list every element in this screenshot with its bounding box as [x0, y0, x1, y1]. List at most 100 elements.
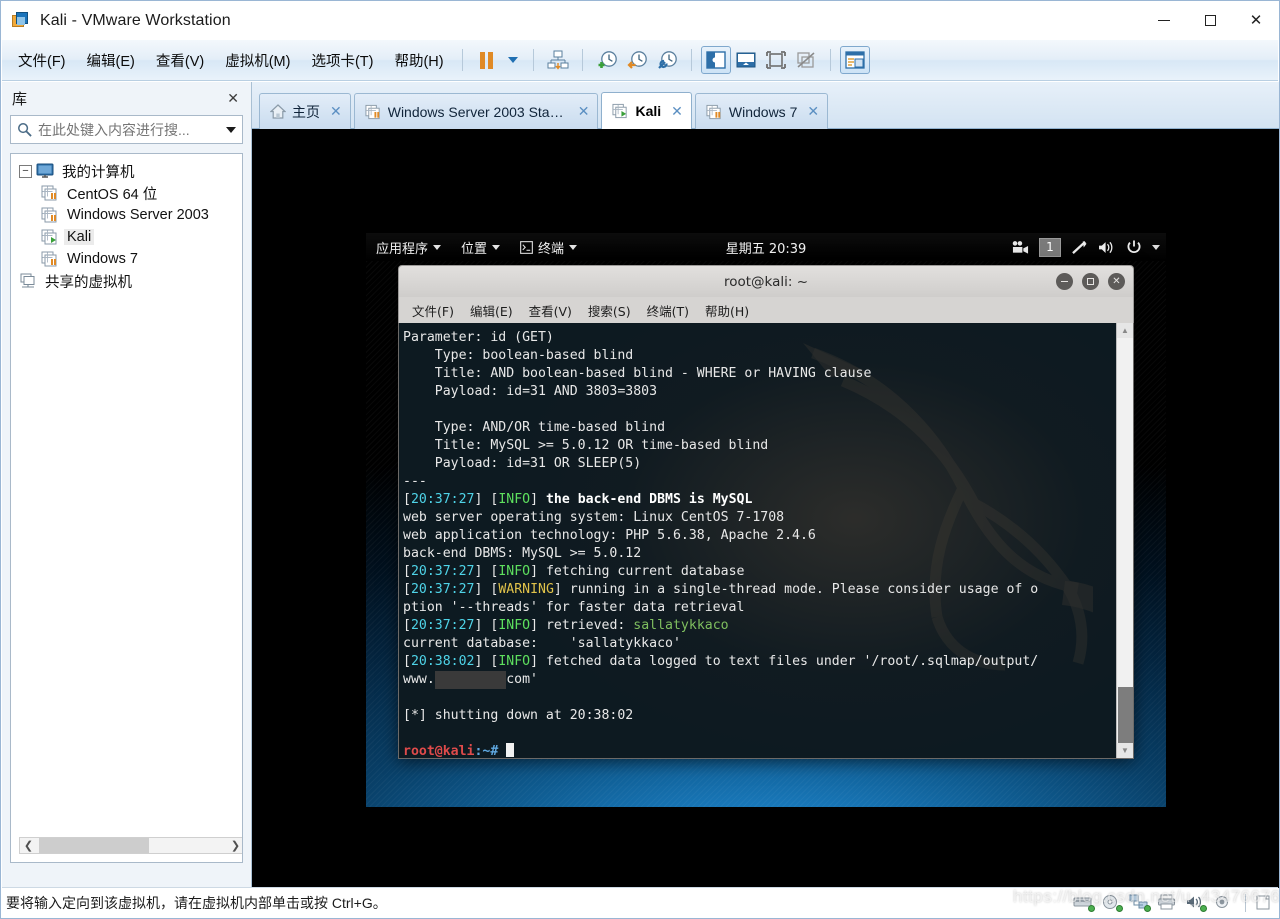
search-input[interactable] [38, 121, 220, 138]
snapshot-manager-button[interactable] [543, 46, 573, 74]
suspend-button[interactable] [472, 46, 502, 74]
terminal-title-bar[interactable]: root@kali: ~ ✕ [398, 265, 1134, 297]
sidebar-icon [705, 51, 726, 69]
scroll-up-icon[interactable]: ▲ [1116, 323, 1133, 338]
log-level-warning: WARNING [498, 582, 554, 597]
tab-kali[interactable]: Kali ✕ [601, 92, 692, 129]
console-view-button[interactable] [839, 46, 870, 74]
power-icon[interactable] [1126, 239, 1142, 255]
tree-item-windows-7[interactable]: Windows 7 [11, 248, 242, 270]
unity-mode-button[interactable] [791, 46, 821, 74]
vmware-workstation-window: Kali - VMware Workstation ✕ 文件(F) 编辑(E) … [0, 0, 1280, 919]
terminal-menu-help[interactable]: 帮助(H) [698, 299, 756, 322]
tab-windows-server-2003[interactable]: Windows Server 2003 Standard... ✕ [353, 93, 599, 129]
manage-snapshots-button[interactable] [652, 46, 682, 74]
scroll-track[interactable] [37, 838, 227, 853]
scroll-down-icon[interactable]: ▼ [1116, 743, 1133, 758]
cdrom-icon[interactable] [1101, 894, 1123, 912]
menu-edit[interactable]: 编辑(E) [78, 46, 144, 75]
tree-item-kali[interactable]: Kali [11, 226, 242, 248]
scroll-track[interactable] [1116, 338, 1133, 743]
panel-clock[interactable]: 星期五 20:39 [726, 238, 807, 257]
caret-down-icon [507, 57, 518, 63]
tree-item-label: CentOS 64 位 [67, 186, 158, 203]
screencast-icon[interactable] [1012, 240, 1029, 254]
tab-close-icon[interactable]: ✕ [330, 103, 342, 120]
menu-tabs[interactable]: 选项卡(T) [302, 46, 382, 75]
terminal-menu-file[interactable]: 文件(F) [405, 299, 461, 322]
usb-icon[interactable] [1213, 894, 1235, 912]
terminal-output[interactable]: Parameter: id (GET) Type: boolean-based … [399, 323, 1116, 758]
menu-help[interactable]: 帮助(H) [385, 46, 452, 75]
panel-menu-places[interactable]: 位置 [451, 235, 510, 259]
tab-close-icon[interactable]: ✕ [807, 103, 819, 120]
menu-file[interactable]: 文件(F) [9, 46, 75, 75]
terminal-menu-terminal[interactable]: 终端(T) [640, 299, 696, 322]
tree-item-centos[interactable]: CentOS 64 位 [11, 182, 242, 204]
terminal-menu-search[interactable]: 搜索(S) [581, 299, 638, 322]
log-level-info: INFO [498, 618, 531, 633]
tree-item-shared-vms[interactable]: 共享的虚拟机 [11, 270, 242, 292]
terminal-minimize-button[interactable] [1056, 273, 1073, 290]
workspace-indicator[interactable]: 1 [1039, 237, 1061, 257]
menu-view[interactable]: 查看(V) [147, 46, 213, 75]
fullscreen-icon [765, 51, 786, 69]
timestamp: 20:37:27 [410, 564, 475, 579]
clock-plus-icon [598, 51, 617, 68]
scroll-left-icon[interactable]: ❮ [20, 838, 37, 853]
menu-vm[interactable]: 虚拟机(M) [216, 46, 299, 75]
network-adapter-icon[interactable] [1129, 894, 1151, 912]
terminal-menu-edit[interactable]: 编辑(E) [463, 299, 520, 322]
revert-snapshot-button[interactable] [622, 46, 652, 74]
close-button[interactable]: ✕ [1233, 1, 1279, 39]
terminal-maximize-button[interactable] [1082, 273, 1099, 290]
library-search[interactable] [10, 115, 243, 144]
show-thumbnail-bar-button[interactable] [731, 46, 761, 74]
resize-grip-icon[interactable] [1256, 895, 1272, 911]
library-horizontal-scrollbar[interactable]: ❮ ❯ [19, 837, 242, 854]
terminal-line: current database: 'sallatykkaco' [403, 636, 681, 651]
caret-down-icon[interactable] [1152, 244, 1160, 250]
terminal-line-warning: [20:37:27] [WARNING] running in a single… [403, 582, 1039, 597]
show-library-button[interactable] [700, 46, 731, 74]
network-icon[interactable] [1071, 240, 1088, 255]
log-message: the back-end DBMS is MySQL [545, 492, 753, 507]
tab-windows-7[interactable]: Windows 7 ✕ [694, 93, 829, 129]
search-dropdown-icon[interactable] [226, 126, 236, 133]
tree-item-my-computer[interactable]: − 我的计算机 [11, 160, 242, 182]
tree-item-label: Windows Server 2003 [67, 207, 209, 223]
volume-icon[interactable] [1098, 240, 1116, 255]
panel-menu-terminal[interactable]: 终端 [510, 235, 587, 259]
tree-item-windows-server-2003[interactable]: Windows Server 2003 [11, 204, 242, 226]
scroll-thumb[interactable] [39, 838, 149, 853]
scroll-right-icon[interactable]: ❯ [227, 838, 242, 853]
tab-close-icon[interactable]: ✕ [671, 103, 683, 120]
harddisk-icon[interactable] [1073, 894, 1095, 912]
minimize-button[interactable] [1141, 1, 1187, 39]
applications-label: 应用程序 [376, 241, 429, 257]
terminal-window[interactable]: root@kali: ~ ✕ 文件(F) 编辑(E) 查看(V) 搜索(S) 终… [398, 265, 1134, 759]
panel-menu-applications[interactable]: 应用程序 [366, 235, 451, 259]
vm-console-area[interactable]: 应用程序 位置 终端 星期五 20:39 1 root@kali: ~ ✕ 文件… [252, 129, 1279, 888]
tab-home[interactable]: 主页 ✕ [259, 93, 351, 129]
terminal-line: ption '--threads' for faster data retrie… [403, 600, 745, 615]
terminal-scrollbar[interactable]: ▲ ▼ [1116, 323, 1133, 758]
terminal-menu-view[interactable]: 查看(V) [522, 299, 579, 322]
scroll-thumb[interactable] [1117, 687, 1133, 743]
maximize-button[interactable] [1187, 1, 1233, 39]
kali-guest-screen[interactable]: 应用程序 位置 终端 星期五 20:39 1 root@kali: ~ ✕ 文件… [366, 233, 1166, 807]
library-close-icon[interactable]: ✕ [223, 90, 243, 107]
sound-card-icon[interactable] [1185, 894, 1207, 912]
library-panel: 库 ✕ − 我的计算机 [2, 82, 252, 888]
home-icon [270, 104, 286, 119]
take-snapshot-button[interactable] [592, 46, 622, 74]
tab-close-icon[interactable]: ✕ [578, 103, 590, 120]
terminal-body[interactable]: Parameter: id (GET) Type: boolean-based … [398, 323, 1134, 759]
caret-down-icon [433, 244, 442, 250]
power-dropdown-button[interactable] [502, 46, 524, 74]
tree-expander-icon[interactable]: − [19, 164, 32, 178]
terminal-close-button[interactable]: ✕ [1108, 273, 1125, 290]
fullscreen-button[interactable] [761, 46, 791, 74]
kali-top-panel: 应用程序 位置 终端 星期五 20:39 1 [366, 233, 1166, 261]
printer-icon[interactable] [1157, 894, 1179, 912]
